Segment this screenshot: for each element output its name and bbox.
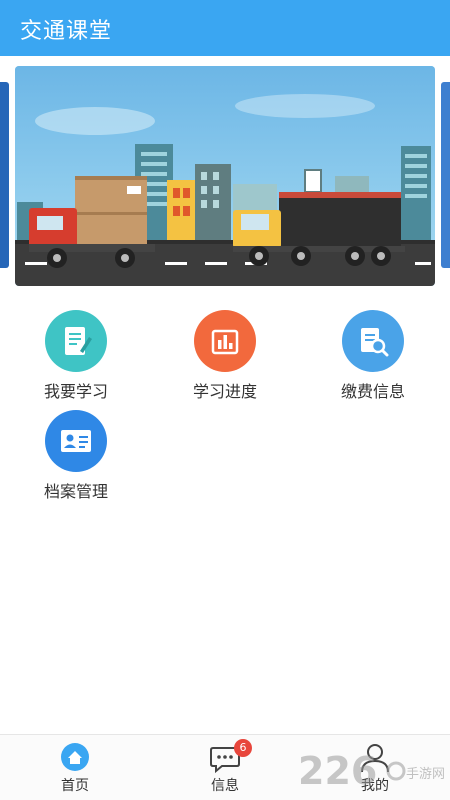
- menu-item-label: 我要学习: [43, 382, 108, 401]
- menu-item-label: 档案管理: [43, 482, 108, 501]
- watermark-logo: 226 手游网: [298, 744, 450, 794]
- menu-item-label: 缴费信息: [340, 382, 405, 401]
- svg-text:手游网: 手游网: [406, 767, 445, 782]
- bar-chart-icon: [194, 310, 256, 372]
- home-icon: [58, 742, 92, 774]
- next-slide-peek[interactable]: [441, 82, 450, 268]
- menu-item-progress[interactable]: 学习进度: [165, 310, 285, 406]
- page-title: 交通课堂: [20, 19, 113, 44]
- tab-messages[interactable]: 6 信息: [150, 735, 300, 800]
- tab-home[interactable]: 首页: [0, 735, 150, 800]
- city-trucks-illustration: [15, 66, 435, 286]
- id-card-icon: [45, 410, 107, 472]
- top-bar: 交通课堂: [0, 0, 450, 56]
- menu-item-records[interactable]: 档案管理: [16, 410, 136, 506]
- svg-text:226: 226: [298, 749, 377, 793]
- card-search-icon: [342, 310, 404, 372]
- unread-badge: 6: [234, 739, 252, 757]
- menu-item-payment[interactable]: 缴费信息: [313, 310, 433, 406]
- banner-carousel[interactable]: [0, 66, 450, 288]
- menu-item-label: 学习进度: [192, 382, 257, 401]
- tab-label: 首页: [61, 778, 89, 794]
- previous-slide-peek[interactable]: [0, 82, 9, 268]
- banner-image[interactable]: [15, 66, 435, 286]
- tab-label: 信息: [211, 778, 239, 794]
- app-root: 交通课堂 我要学习 学习进度 缴费信息 档案管理 首页 6 信息 我的 226 …: [0, 0, 450, 800]
- notebook-pen-icon: [45, 310, 107, 372]
- menu-item-study[interactable]: 我要学习: [16, 310, 136, 406]
